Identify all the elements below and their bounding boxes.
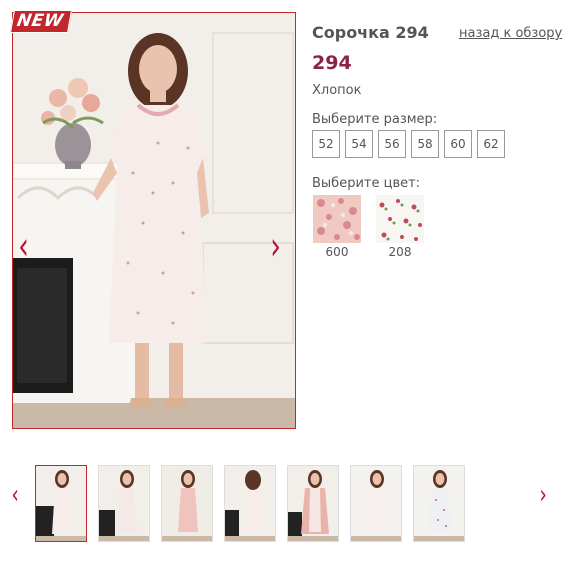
size-option-54[interactable]: 54 [345,130,373,158]
size-option-58[interactable]: 58 [411,130,439,158]
thumbnail-4[interactable] [224,465,276,542]
color-code: 208 [388,245,412,259]
main-product-image[interactable] [12,12,296,429]
thumbnail-3[interactable] [161,465,213,542]
thumbnail-2[interactable] [98,465,150,542]
chevron-right-icon[interactable]: › [270,226,281,266]
color-option-600[interactable]: 600 [313,195,361,259]
chevron-left-icon[interactable]: ‹ [18,226,29,266]
chevron-left-icon[interactable]: ‹ [12,480,19,510]
color-code: 600 [325,245,349,259]
thumbnail-1[interactable] [35,465,87,542]
new-badge: NEW [9,10,73,33]
product-material: Хлопок [312,83,362,98]
size-option-52[interactable]: 52 [312,130,340,158]
product-title: Сорочка 294 [312,23,429,42]
size-option-62[interactable]: 62 [477,130,505,158]
size-option-56[interactable]: 56 [378,130,406,158]
product-price: 294 [312,52,352,74]
size-options: 52 54 56 58 60 62 [312,130,505,158]
color-option-208[interactable]: 208 [376,195,424,259]
color-label: Выберите цвет: [312,176,421,191]
color-swatch-white[interactable] [376,195,424,243]
thumbnail-strip [35,465,465,542]
color-swatch-pink[interactable] [313,195,361,243]
back-to-overview-link[interactable]: назад к обзору [459,26,562,41]
product-photo [13,13,295,428]
thumbnail-6[interactable] [350,465,402,542]
size-option-60[interactable]: 60 [444,130,472,158]
thumbnail-5[interactable] [287,465,339,542]
size-label: Выберите размер: [312,112,438,127]
chevron-right-icon[interactable]: › [540,480,547,510]
thumbnail-7[interactable] [413,465,465,542]
